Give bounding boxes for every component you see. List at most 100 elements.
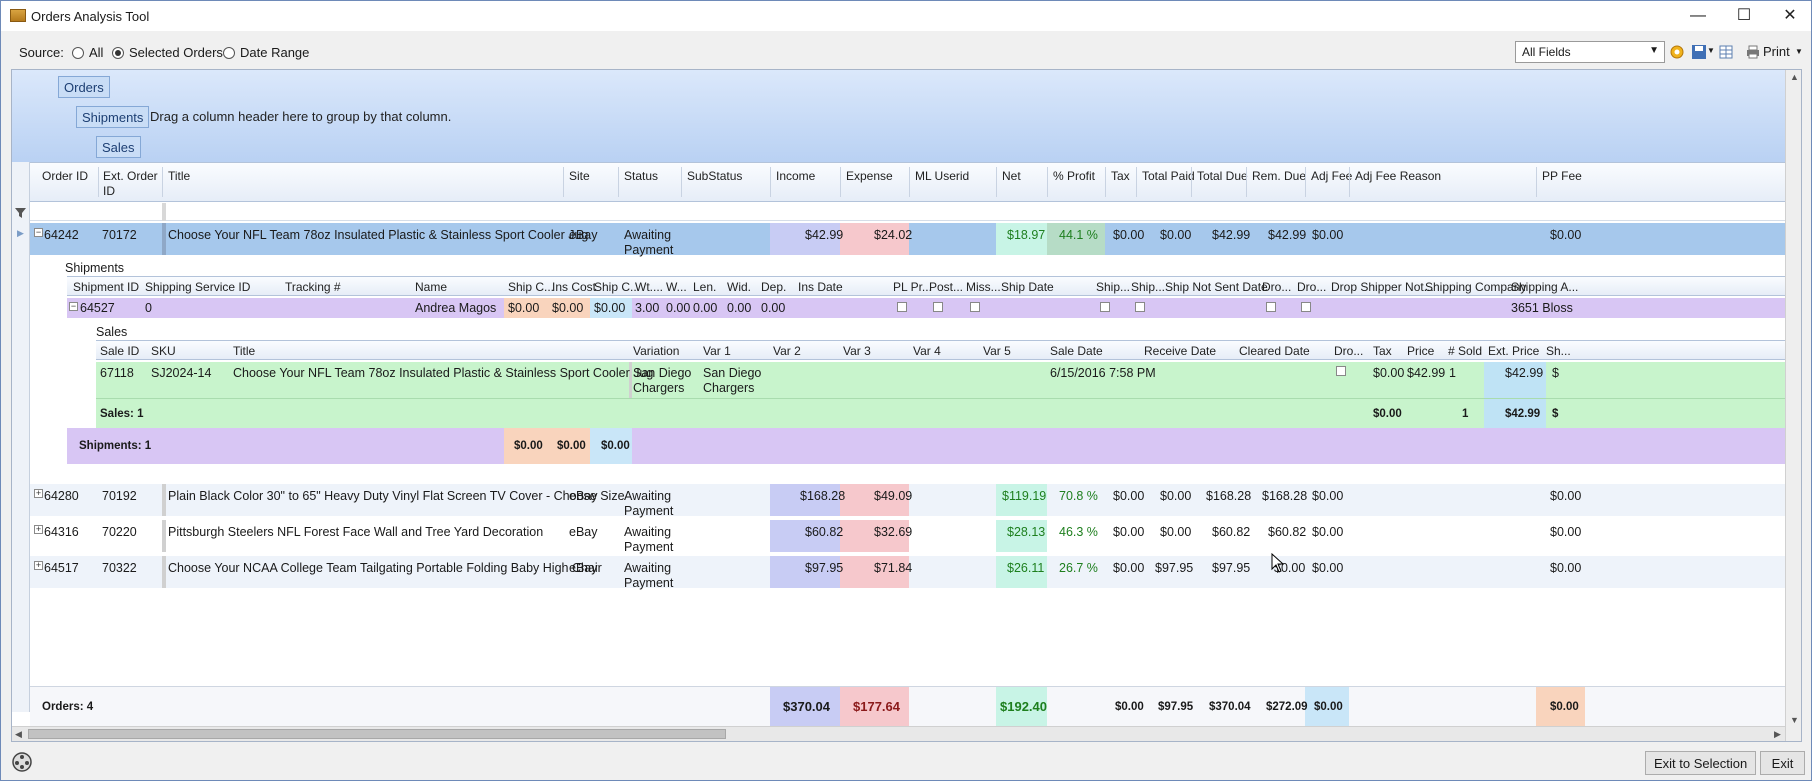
orders-column-header[interactable]: Order ID Ext. Order ID Title Site Status … — [30, 162, 1785, 202]
group-by-panel[interactable]: Orders Shipments Drag a column header he… — [12, 70, 1785, 162]
ship-col-drop-shipper-notes[interactable]: Drop Shipper Not... — [1331, 280, 1434, 295]
ship-col-ins-date[interactable]: Ins Date — [798, 280, 843, 295]
col-net[interactable]: Net — [1002, 169, 1021, 184]
scroll-left-icon[interactable]: ◀ — [15, 729, 22, 740]
sale-col-var1[interactable]: Var 1 — [703, 344, 731, 359]
scroll-down-icon[interactable]: ▼ — [1790, 715, 1799, 725]
ship-a-checkbox[interactable] — [1100, 302, 1110, 312]
sale-col-ext-price[interactable]: Ext. Price — [1488, 344, 1539, 359]
order-row[interactable]: + 64517 70322 Choose Your NCAA College T… — [30, 556, 1785, 590]
scroll-up-icon[interactable]: ▲ — [1790, 72, 1799, 82]
ship-col-ship-not-sent[interactable]: Ship Not Sent Date — [1165, 280, 1268, 295]
ship-col-service-id[interactable]: Shipping Service ID — [145, 280, 250, 295]
ship-col-drop-b[interactable]: Dro... — [1297, 280, 1326, 295]
sale-col-var5[interactable]: Var 5 — [983, 344, 1011, 359]
sale-col-title[interactable]: Title — [233, 344, 255, 359]
vertical-scrollbar[interactable]: ▲ ▼ — [1785, 70, 1801, 741]
collapse-shipment-icon[interactable]: − — [69, 302, 78, 311]
ship-col-ship-charge[interactable]: Ship C... — [594, 280, 640, 295]
radio-date-range[interactable]: Date Range — [223, 45, 309, 60]
exit-button[interactable]: Exit — [1760, 751, 1805, 775]
settings-gear-icon[interactable] — [1669, 44, 1685, 60]
radio-all-dot[interactable] — [72, 46, 84, 59]
group-chip-orders[interactable]: Orders — [58, 76, 110, 98]
order-row[interactable]: − 64242 70172 Choose Your NFL Team 78oz … — [30, 223, 1785, 257]
ship-col-w[interactable]: W... — [666, 280, 687, 295]
ship-col-missing[interactable]: Miss... — [966, 280, 1001, 295]
sale-row[interactable]: 67118 SJ2024-14 Choose Your NFL Team 78o… — [96, 362, 1785, 398]
sale-col-var4[interactable]: Var 4 — [913, 344, 941, 359]
expand-order-icon[interactable]: + — [34, 561, 43, 570]
sale-col-drop[interactable]: Dro... — [1334, 344, 1363, 359]
drop-a-checkbox[interactable] — [1266, 302, 1276, 312]
shipments-column-header[interactable]: Shipment ID Shipping Service ID Tracking… — [67, 276, 1785, 296]
ship-col-shipment-id[interactable]: Shipment ID — [73, 280, 139, 295]
ship-b-checkbox[interactable] — [1135, 302, 1145, 312]
radio-selected-dot[interactable] — [112, 46, 124, 59]
col-income[interactable]: Income — [776, 169, 815, 184]
col-status[interactable]: Status — [624, 169, 658, 184]
radio-date-dot[interactable] — [223, 46, 235, 59]
ship-col-ins-cost[interactable]: Ins Cost — [552, 280, 596, 295]
sale-col-cleared-date[interactable]: Cleared Date — [1239, 344, 1310, 359]
expand-order-icon[interactable]: + — [34, 489, 43, 498]
group-chip-shipments[interactable]: Shipments — [76, 106, 150, 128]
col-rem-due[interactable]: Rem. Due — [1252, 169, 1306, 184]
order-row[interactable]: + 64316 70220 Pittsburgh Steelers NFL Fo… — [30, 520, 1785, 554]
auto-filter-row[interactable] — [30, 203, 1785, 221]
sale-col-price[interactable]: Price — [1407, 344, 1434, 359]
ship-col-wid[interactable]: Wid. — [727, 280, 751, 295]
save-icon[interactable] — [1691, 44, 1707, 60]
ship-col-len[interactable]: Len. — [693, 280, 716, 295]
ship-col-drop-a[interactable]: Dro... — [1262, 280, 1291, 295]
maximize-button[interactable]: ☐ — [1721, 1, 1767, 31]
sales-column-header[interactable]: Sale ID SKU Title Variation Var 1 Var 2 … — [96, 340, 1785, 360]
scroll-right-icon[interactable]: ▶ — [1774, 729, 1781, 740]
ship-col-ship-b[interactable]: Ship... — [1131, 280, 1165, 295]
film-reel-icon[interactable] — [11, 751, 33, 773]
filter-icon[interactable] — [15, 208, 26, 218]
collapse-order-icon[interactable]: − — [34, 228, 43, 237]
col-total-paid[interactable]: Total Paid — [1142, 169, 1195, 184]
sale-col-tax[interactable]: Tax — [1373, 344, 1392, 359]
col-title[interactable]: Title — [168, 169, 190, 184]
ship-col-pl-printed[interactable]: PL Pr... — [893, 280, 932, 295]
ship-col-dep[interactable]: Dep. — [761, 280, 786, 295]
sale-col-shipping[interactable]: Sh... — [1546, 344, 1571, 359]
minimize-button[interactable]: — — [1675, 1, 1721, 31]
ship-col-ship-date[interactable]: Ship Date — [1001, 280, 1054, 295]
col-profit[interactable]: % Profit — [1053, 169, 1095, 184]
order-row[interactable]: + 64280 70192 Plain Black Color 30" to 6… — [30, 484, 1785, 518]
col-adj-fee[interactable]: Adj Fee — [1311, 169, 1352, 184]
ship-col-tracking[interactable]: Tracking # — [285, 280, 341, 295]
ship-col-name[interactable]: Name — [415, 280, 447, 295]
close-button[interactable]: ✕ — [1767, 1, 1812, 31]
sale-col-variation[interactable]: Variation — [633, 344, 679, 359]
expand-order-icon[interactable]: + — [34, 525, 43, 534]
exit-to-selection-button[interactable]: Exit to Selection — [1645, 751, 1757, 775]
col-tax[interactable]: Tax — [1111, 169, 1130, 184]
posted-checkbox[interactable] — [933, 302, 943, 312]
printer-icon[interactable] — [1745, 44, 1761, 60]
sale-col-sku[interactable]: SKU — [151, 344, 176, 359]
horizontal-scrollbar[interactable]: ◀ ▶ — [12, 726, 1785, 741]
col-ml-userid[interactable]: ML Userid — [915, 169, 969, 184]
sale-col-var2[interactable]: Var 2 — [773, 344, 801, 359]
sale-col-sale-date[interactable]: Sale Date — [1050, 344, 1103, 359]
radio-selected-orders[interactable]: Selected Orders — [112, 45, 223, 60]
col-pp-fee[interactable]: PP Fee — [1542, 169, 1582, 184]
print-dropdown-icon[interactable]: ▼ — [1795, 47, 1803, 56]
group-chip-sales[interactable]: Sales — [96, 136, 141, 158]
col-site[interactable]: Site — [569, 169, 590, 184]
print-button[interactable]: Print — [1763, 44, 1790, 59]
sale-col-receive-date[interactable]: Receive Date — [1144, 344, 1216, 359]
ship-col-posted[interactable]: Post... — [929, 280, 963, 295]
ship-col-wt[interactable]: Wt.... — [635, 280, 663, 295]
horizontal-scroll-thumb[interactable] — [28, 729, 726, 739]
shipment-row[interactable]: − 64527 0 Andrea Magos $0.00 $0.00 $0.00… — [67, 298, 1785, 318]
col-total-due[interactable]: Total Due — [1197, 169, 1248, 184]
sale-col-sold[interactable]: # Sold — [1448, 344, 1482, 359]
export-grid-icon[interactable] — [1719, 44, 1735, 60]
sale-col-sale-id[interactable]: Sale ID — [100, 344, 139, 359]
fields-select[interactable]: All Fields ▼ — [1515, 41, 1665, 63]
